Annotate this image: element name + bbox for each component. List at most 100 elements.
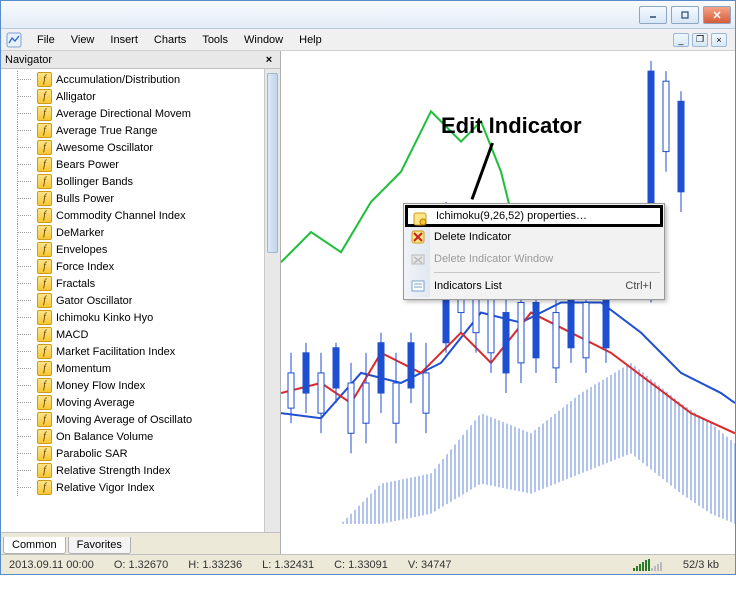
tree-item[interactable]: fAwesome Oscillator (7, 139, 264, 156)
indicator-icon: f (37, 157, 52, 172)
status-low: L: 1.32431 (252, 559, 324, 571)
status-volume: V: 34747 (398, 559, 462, 571)
mdi-minimize-button[interactable]: _ (673, 33, 689, 47)
tree-item[interactable]: fForce Index (7, 258, 264, 275)
context-menu: Ichimoku(9,26,52) properties… Delete Ind… (403, 203, 665, 300)
indicator-icon: f (37, 361, 52, 376)
title-bar (1, 1, 735, 29)
indicator-icon: f (37, 72, 52, 87)
minimize-button[interactable] (639, 6, 667, 24)
list-icon (410, 278, 426, 294)
tree-item[interactable]: fMarket Facilitation Index (7, 343, 264, 360)
indicator-icon: f (37, 395, 52, 410)
menu-view[interactable]: View (63, 31, 103, 49)
ctx-indicators-list-label: Indicators List (434, 280, 502, 292)
status-open: O: 1.32670 (104, 559, 178, 571)
tree-item[interactable]: fDeMarker (7, 224, 264, 241)
indicator-icon: f (37, 225, 52, 240)
ctx-delete-indicator[interactable]: Delete Indicator (406, 226, 662, 248)
indicator-icon: f (37, 259, 52, 274)
indicator-icon: f (37, 140, 52, 155)
close-button[interactable] (703, 6, 731, 24)
tree-item[interactable]: fParabolic SAR (7, 445, 264, 462)
status-transfer: 52/3 kb (673, 559, 729, 571)
ctx-separator (434, 272, 660, 273)
indicator-icon: f (37, 378, 52, 393)
tree-item[interactable]: fAverage True Range (7, 122, 264, 139)
app-window: File View Insert Charts Tools Window Hel… (0, 0, 736, 575)
tree-item[interactable]: fEnvelopes (7, 241, 264, 258)
navigator-close-button[interactable]: × (262, 54, 276, 66)
indicator-icon: f (37, 293, 52, 308)
maximize-button[interactable] (671, 6, 699, 24)
status-bar: 2013.09.11 00:00 O: 1.32670 H: 1.33236 L… (1, 554, 735, 574)
tree-item[interactable]: fCommodity Channel Index (7, 207, 264, 224)
tree-item[interactable]: fMomentum (7, 360, 264, 377)
annotation-label: Edit Indicator (441, 113, 582, 139)
tree-item[interactable]: fBulls Power (7, 190, 264, 207)
indicator-icon: f (37, 327, 52, 342)
tree-item[interactable]: fRelative Strength Index (7, 462, 264, 479)
indicator-icon: f (37, 89, 52, 104)
tree-item[interactable]: fBollinger Bands (7, 173, 264, 190)
indicator-icon: f (37, 463, 52, 478)
delete-icon (410, 229, 426, 245)
menu-charts[interactable]: Charts (146, 31, 194, 49)
indicator-icon: f (37, 106, 52, 121)
app-logo-icon (5, 31, 23, 49)
indicator-icon: f (37, 174, 52, 189)
tab-favorites[interactable]: Favorites (68, 537, 131, 554)
indicator-icon: f (37, 412, 52, 427)
status-date: 2013.09.11 00:00 (7, 559, 104, 571)
tree-item[interactable]: fIchimoku Kinko Hyo (7, 309, 264, 326)
mdi-restore-button[interactable]: ❐ (692, 33, 708, 47)
tree-item[interactable]: fMACD (7, 326, 264, 343)
scrollbar-thumb[interactable] (267, 73, 278, 253)
indicator-icon: f (37, 276, 52, 291)
navigator-scrollbar[interactable] (264, 69, 280, 532)
indicator-icon: f (37, 242, 52, 257)
navigator-panel: Navigator × fAccumulation/Distribution f… (1, 51, 281, 554)
ctx-delete-indicator-label: Delete Indicator (434, 231, 511, 243)
indicator-icon: f (37, 446, 52, 461)
navigator-title: Navigator (5, 54, 52, 66)
menu-file[interactable]: File (29, 31, 63, 49)
tree-item[interactable]: fRelative Vigor Index (7, 479, 264, 496)
indicator-icon: f (37, 310, 52, 325)
indicator-icon: f (37, 123, 52, 138)
tree-item[interactable]: fAccumulation/Distribution (7, 71, 264, 88)
tree-item[interactable]: fBears Power (7, 156, 264, 173)
indicator-icon: f (37, 429, 52, 444)
indicator-icon: f (37, 208, 52, 223)
tree-item[interactable]: fOn Balance Volume (7, 428, 264, 445)
ctx-properties-label: Ichimoku(9,26,52) properties… (436, 210, 587, 222)
indicator-icon: f (37, 480, 52, 495)
indicator-icon: f (37, 344, 52, 359)
tree-item[interactable]: fMoving Average (7, 394, 264, 411)
menu-tools[interactable]: Tools (194, 31, 236, 49)
status-high: H: 1.33236 (178, 559, 252, 571)
ctx-properties[interactable]: Ichimoku(9,26,52) properties… (405, 205, 663, 227)
menu-window[interactable]: Window (236, 31, 291, 49)
menu-insert[interactable]: Insert (102, 31, 146, 49)
ctx-shortcut: Ctrl+I (625, 280, 662, 292)
chart-area[interactable]: Edit Indicator Ichimoku(9,26,52) propert… (281, 51, 735, 554)
properties-icon (412, 211, 428, 227)
tree-item[interactable]: fAverage Directional Movem (7, 105, 264, 122)
ctx-indicators-list[interactable]: Indicators List Ctrl+I (406, 275, 662, 297)
indicator-icon: f (37, 191, 52, 206)
menu-bar: File View Insert Charts Tools Window Hel… (1, 29, 735, 51)
navigator-tabs: Common Favorites (1, 532, 280, 554)
navigator-title-bar: Navigator × (1, 51, 280, 69)
tree-item[interactable]: fAlligator (7, 88, 264, 105)
tab-common[interactable]: Common (3, 537, 66, 554)
status-close: C: 1.33091 (324, 559, 398, 571)
navigator-tree[interactable]: fAccumulation/Distribution fAlligator fA… (1, 69, 264, 532)
tree-item[interactable]: fMoney Flow Index (7, 377, 264, 394)
tree-item[interactable]: fMoving Average of Oscillato (7, 411, 264, 428)
ctx-delete-window: Delete Indicator Window (406, 248, 662, 270)
menu-help[interactable]: Help (291, 31, 330, 49)
mdi-close-button[interactable]: × (711, 33, 727, 47)
tree-item[interactable]: fFractals (7, 275, 264, 292)
tree-item[interactable]: fGator Oscillator (7, 292, 264, 309)
